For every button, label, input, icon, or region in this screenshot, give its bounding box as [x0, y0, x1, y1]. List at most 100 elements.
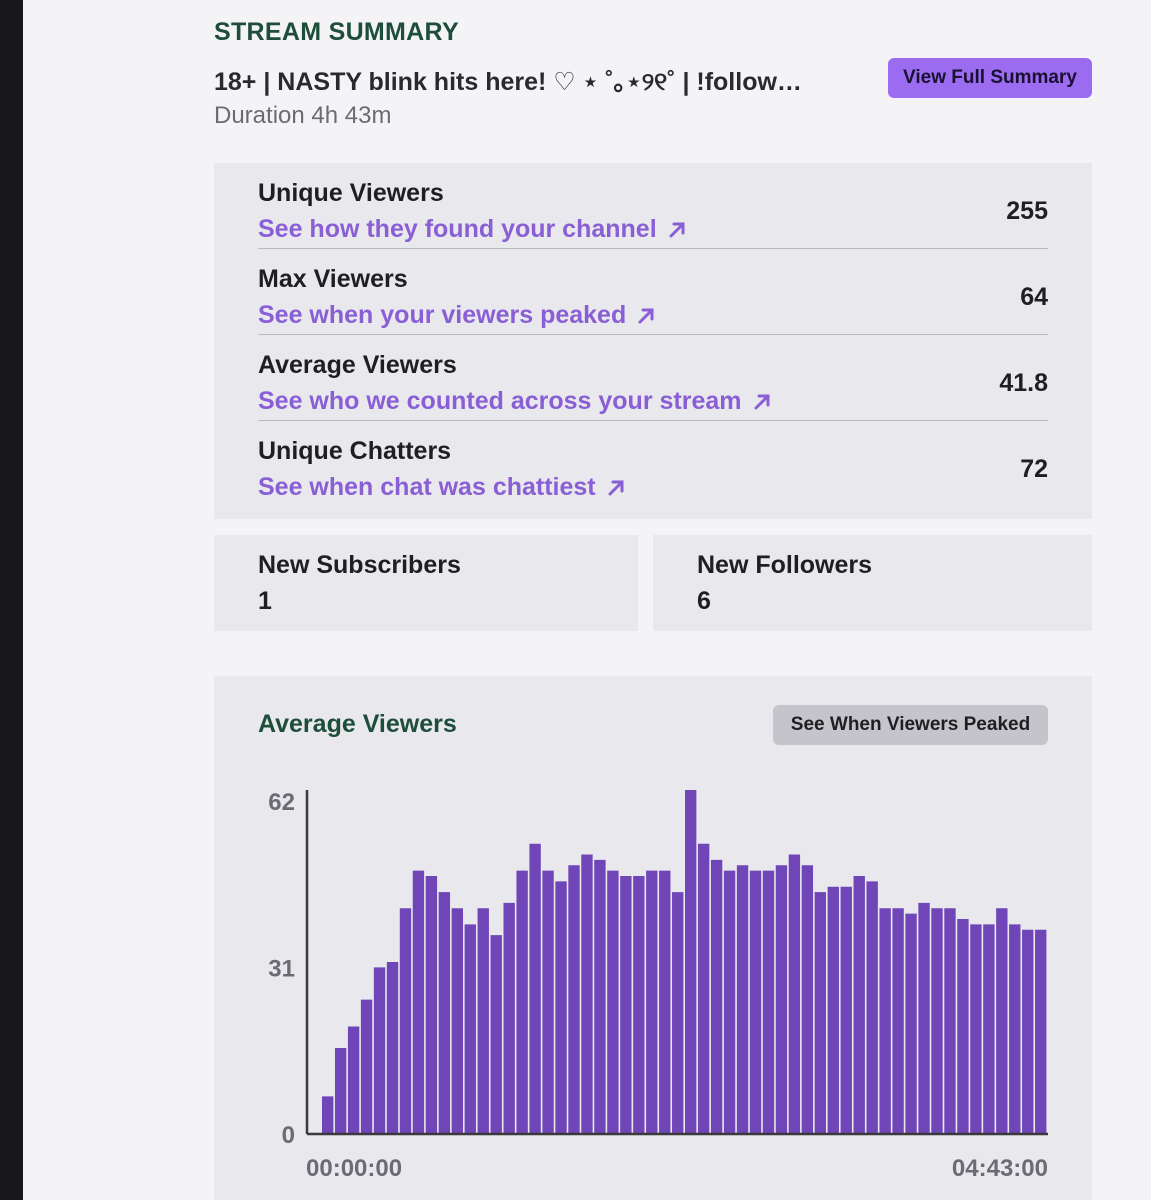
new-followers-label: New Followers — [697, 551, 873, 579]
stat-link-viewers-peaked[interactable]: See when your viewers peaked — [258, 301, 656, 330]
stat-label: Unique Viewers — [258, 179, 444, 207]
chart-bar — [1022, 929, 1034, 1134]
chart-bar — [490, 935, 502, 1135]
chart-bar — [957, 919, 969, 1134]
chart-bar — [762, 870, 775, 1135]
section-label: STREAM SUMMARY — [214, 18, 459, 46]
new-followers-card: New Followers 6 — [653, 535, 1092, 631]
stat-link-text: See when your viewers peaked — [258, 301, 627, 329]
chart-bar — [477, 908, 489, 1134]
stat-link-found-channel[interactable]: See how they found your channel — [258, 215, 687, 244]
new-followers-value: 6 — [697, 587, 711, 615]
chart-bar — [503, 902, 515, 1135]
chart-bar — [620, 876, 632, 1134]
chart-bar — [399, 908, 412, 1134]
new-subscribers-value: 1 — [258, 587, 272, 615]
stat-link-chattiest[interactable]: See when chat was chattiest — [258, 473, 626, 502]
chart-bar — [659, 870, 671, 1135]
chart-bar — [736, 865, 749, 1134]
chart-bar — [425, 876, 438, 1134]
chart-bar — [646, 870, 658, 1135]
chart-bar — [892, 908, 904, 1134]
stat-link-text: See who we counted across your stream — [258, 387, 742, 415]
stat-label: Average Viewers — [258, 351, 457, 379]
chart-bar — [840, 886, 852, 1134]
chart-bar — [996, 908, 1008, 1134]
chart-bar — [529, 843, 541, 1134]
chart-title: Average Viewers — [258, 710, 457, 738]
view-full-summary-button[interactable]: View Full Summary — [888, 58, 1092, 98]
stream-duration: Duration 4h 43m — [214, 102, 392, 129]
x-start-label: 00:00:00 — [306, 1155, 402, 1182]
chart-bar — [749, 870, 762, 1135]
average-viewers-chart: 0 31 62 00:00:00 04:43:00 — [268, 789, 1048, 1182]
y-tick-label: 0 — [282, 1122, 295, 1149]
chart-bar — [322, 1096, 334, 1135]
chart-bar — [931, 908, 943, 1134]
stat-row-unique-viewers: Unique Viewers See how they found your c… — [258, 163, 1048, 249]
stat-link-text: See how they found your channel — [258, 215, 657, 243]
arrow-up-right-icon — [638, 308, 654, 323]
chart-bar — [438, 892, 451, 1135]
chart-bar — [775, 865, 788, 1134]
chart-bar — [697, 843, 710, 1134]
arrow-up-right-icon — [754, 394, 769, 409]
stat-row-average-viewers: Average Viewers See who we counted acros… — [258, 335, 1048, 421]
chart-bar — [853, 876, 865, 1134]
chart-bar — [879, 908, 891, 1134]
chart-bar — [905, 913, 917, 1135]
stat-value: 64 — [1020, 283, 1048, 311]
chart-bar — [594, 859, 606, 1135]
chart-bar — [944, 908, 956, 1134]
chart-bar — [788, 854, 801, 1134]
chart-bar — [360, 999, 373, 1135]
chart-bar — [970, 924, 982, 1135]
new-subscribers-card: New Subscribers 1 — [214, 535, 638, 631]
chart-bar — [516, 870, 528, 1135]
chart-bar — [412, 870, 425, 1135]
x-end-label: 04:43:00 — [952, 1155, 1048, 1182]
chart-bar — [373, 967, 386, 1135]
chart-bar — [866, 881, 878, 1135]
chart-bar — [542, 870, 554, 1135]
chart-bar — [581, 854, 593, 1134]
chart-bar — [607, 870, 619, 1135]
stat-link-counted-viewers[interactable]: See who we counted across your stream — [258, 387, 772, 416]
stat-value: 41.8 — [999, 369, 1048, 397]
chart-bar — [1035, 929, 1047, 1134]
chart-bar — [723, 870, 736, 1135]
arrow-up-right-icon — [608, 480, 624, 495]
chart-bar — [710, 859, 723, 1135]
stat-row-unique-chatters: Unique Chatters See when chat was chatti… — [258, 421, 1048, 507]
chart-bar — [827, 886, 839, 1134]
chart-bar — [555, 881, 567, 1135]
y-tick-label: 62 — [268, 789, 295, 816]
chart-bar — [983, 924, 995, 1135]
chart-bar — [386, 962, 399, 1134]
stat-label: Max Viewers — [258, 265, 408, 293]
stat-value: 72 — [1020, 455, 1048, 483]
chart-bar — [334, 1048, 347, 1134]
chart-bar — [801, 865, 814, 1134]
chart-bar — [451, 908, 463, 1134]
stat-value: 255 — [1006, 197, 1048, 225]
chart-bar — [672, 892, 684, 1135]
stat-row-max-viewers: Max Viewers See when your viewers peaked… — [258, 249, 1048, 335]
chart-bar — [568, 865, 580, 1134]
chart-bar — [685, 790, 697, 1134]
stat-label: Unique Chatters — [258, 437, 452, 465]
new-subscribers-label: New Subscribers — [258, 551, 461, 579]
chart-bar — [814, 892, 826, 1135]
chart-bar — [633, 876, 645, 1134]
arrow-up-right-icon — [669, 222, 685, 237]
stat-link-text: See when chat was chattiest — [258, 473, 596, 501]
chart-bar — [464, 924, 476, 1135]
stats-card: Unique Viewers See how they found your c… — [214, 163, 1092, 519]
see-when-viewers-peaked-button[interactable]: See When Viewers Peaked — [773, 705, 1048, 745]
left-rail — [0, 0, 23, 1200]
chart-bar — [918, 902, 930, 1135]
y-tick-label: 31 — [268, 955, 295, 982]
stream-title: 18+ | NASTY blink hits here! ♡ ⋆ ˚｡⋆୨୧˚ … — [214, 68, 802, 96]
average-viewers-chart-card: 0 31 62 00:00:00 04:43:00 Average Viewers Se… — [214, 676, 1092, 1200]
chart-bar — [347, 1026, 360, 1134]
